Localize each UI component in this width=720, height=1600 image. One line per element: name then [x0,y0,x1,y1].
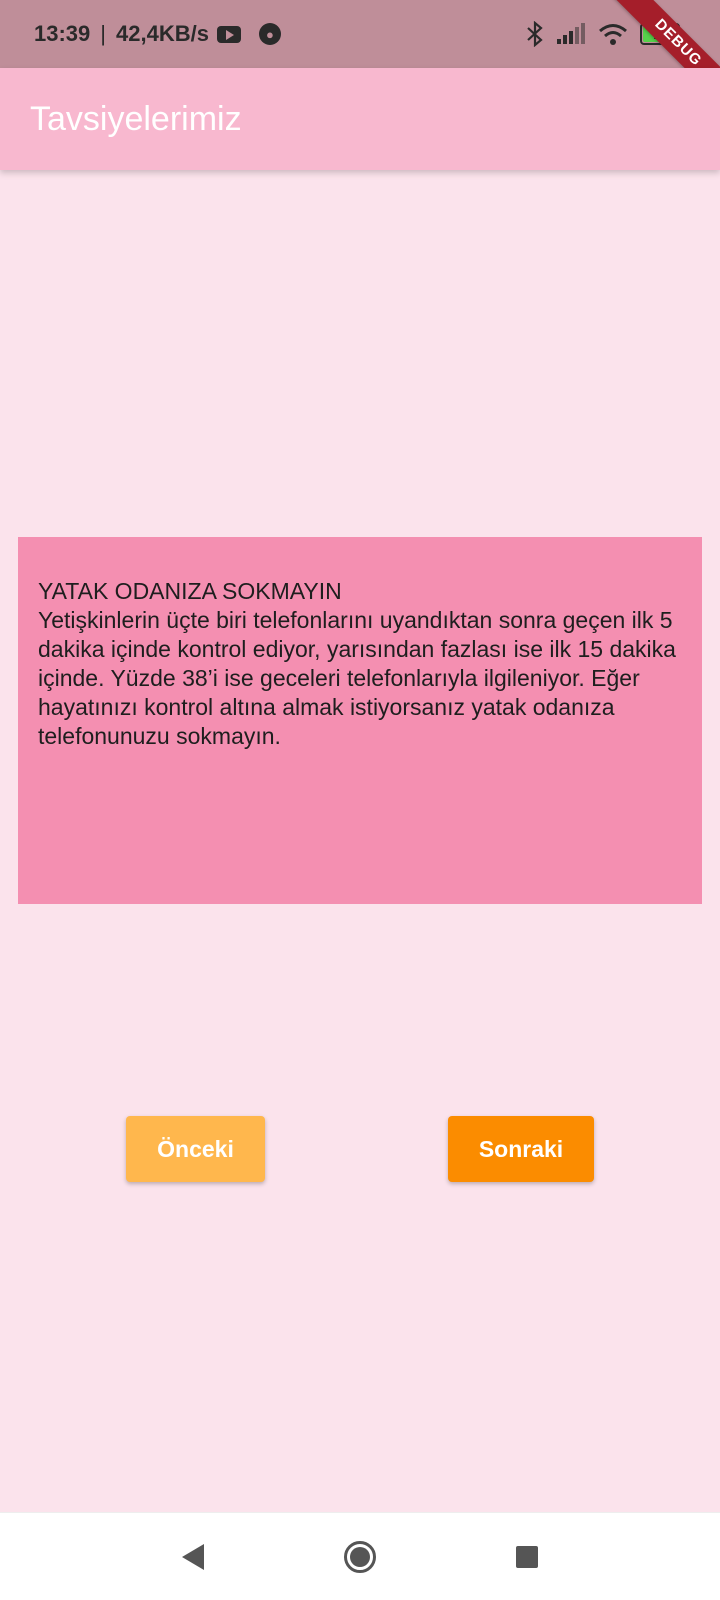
tip-card: YATAK ODANIZA SOKMAYIN Yetişkinlerin üçt… [18,537,702,904]
signal-icon [557,23,585,44]
youtube-icon [216,25,241,43]
page-title: Tavsiyelerimiz [30,99,242,138]
status-time: 13:39 [34,21,91,46]
back-icon[interactable] [182,1543,204,1570]
app-notification-icon: ● [258,23,281,45]
app-screen: 13:39 | 42,4KB/s ● DEBUG Tavsiyelerimiz … [0,0,720,1600]
previous-button[interactable]: Önceki [126,1116,265,1182]
wifi-icon [599,24,627,45]
status-left: 13:39 | 42,4KB/s ● [34,21,281,47]
recent-apps-icon[interactable] [516,1545,538,1568]
next-button[interactable]: Sonraki [448,1116,594,1182]
tip-title: YATAK ODANIZA SOKMAYIN [38,578,342,604]
home-icon[interactable] [344,1540,376,1573]
system-nav-bar [0,1512,720,1600]
app-bar: Tavsiyelerimiz [0,68,720,170]
status-bar: 13:39 | 42,4KB/s ● [0,0,720,68]
bluetooth-icon [527,21,543,47]
status-separator: | [100,21,106,46]
tip-body: Yetişkinlerin üçte biri telefonlarını uy… [38,607,676,749]
tip-text: YATAK ODANIZA SOKMAYIN Yetişkinlerin üçt… [38,577,682,751]
network-speed: 42,4KB/s [116,21,209,46]
home-icon-dot [350,1546,370,1567]
